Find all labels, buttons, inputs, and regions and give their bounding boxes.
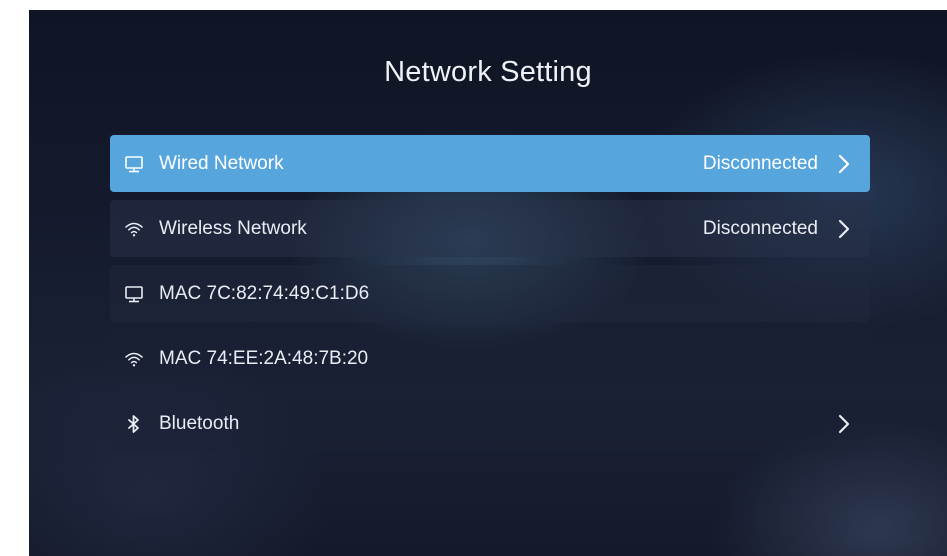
menu-item-wired-network[interactable]: Wired Network Disconnected — [110, 135, 870, 192]
network-setting-screen: Network Setting Wired Network Disconnect… — [29, 10, 947, 556]
chevron-right-icon — [836, 153, 852, 175]
chevron-right-icon — [836, 413, 852, 435]
menu-item-wireless-network[interactable]: Wireless Network Disconnected — [110, 200, 870, 257]
page-title: Network Setting — [384, 56, 592, 88]
network-menu: Wired Network Disconnected Wireless Netw… — [110, 135, 870, 460]
menu-item-label: Wired Network — [159, 152, 284, 174]
wifi-icon — [123, 348, 145, 370]
chevron-right-icon — [836, 218, 852, 240]
menu-item-label: Bluetooth — [159, 412, 240, 434]
menu-item-wired-mac[interactable]: MAC 7C:82:74:49:C1:D6 — [110, 265, 870, 322]
wifi-icon — [123, 218, 145, 240]
menu-item-bluetooth[interactable]: Bluetooth — [110, 395, 870, 452]
menu-item-label: Wireless Network — [159, 217, 307, 239]
mac-address-label: MAC 7C:82:74:49:C1:D6 — [159, 282, 370, 304]
mac-address-label: MAC 74:EE:2A:48:7B:20 — [159, 347, 369, 369]
monitor-icon — [123, 283, 145, 305]
menu-item-wireless-mac[interactable]: MAC 74:EE:2A:48:7B:20 — [110, 330, 870, 387]
bluetooth-icon — [123, 413, 145, 435]
monitor-icon — [123, 153, 145, 175]
connection-status: Disconnected — [702, 152, 818, 174]
connection-status: Disconnected — [702, 217, 818, 239]
